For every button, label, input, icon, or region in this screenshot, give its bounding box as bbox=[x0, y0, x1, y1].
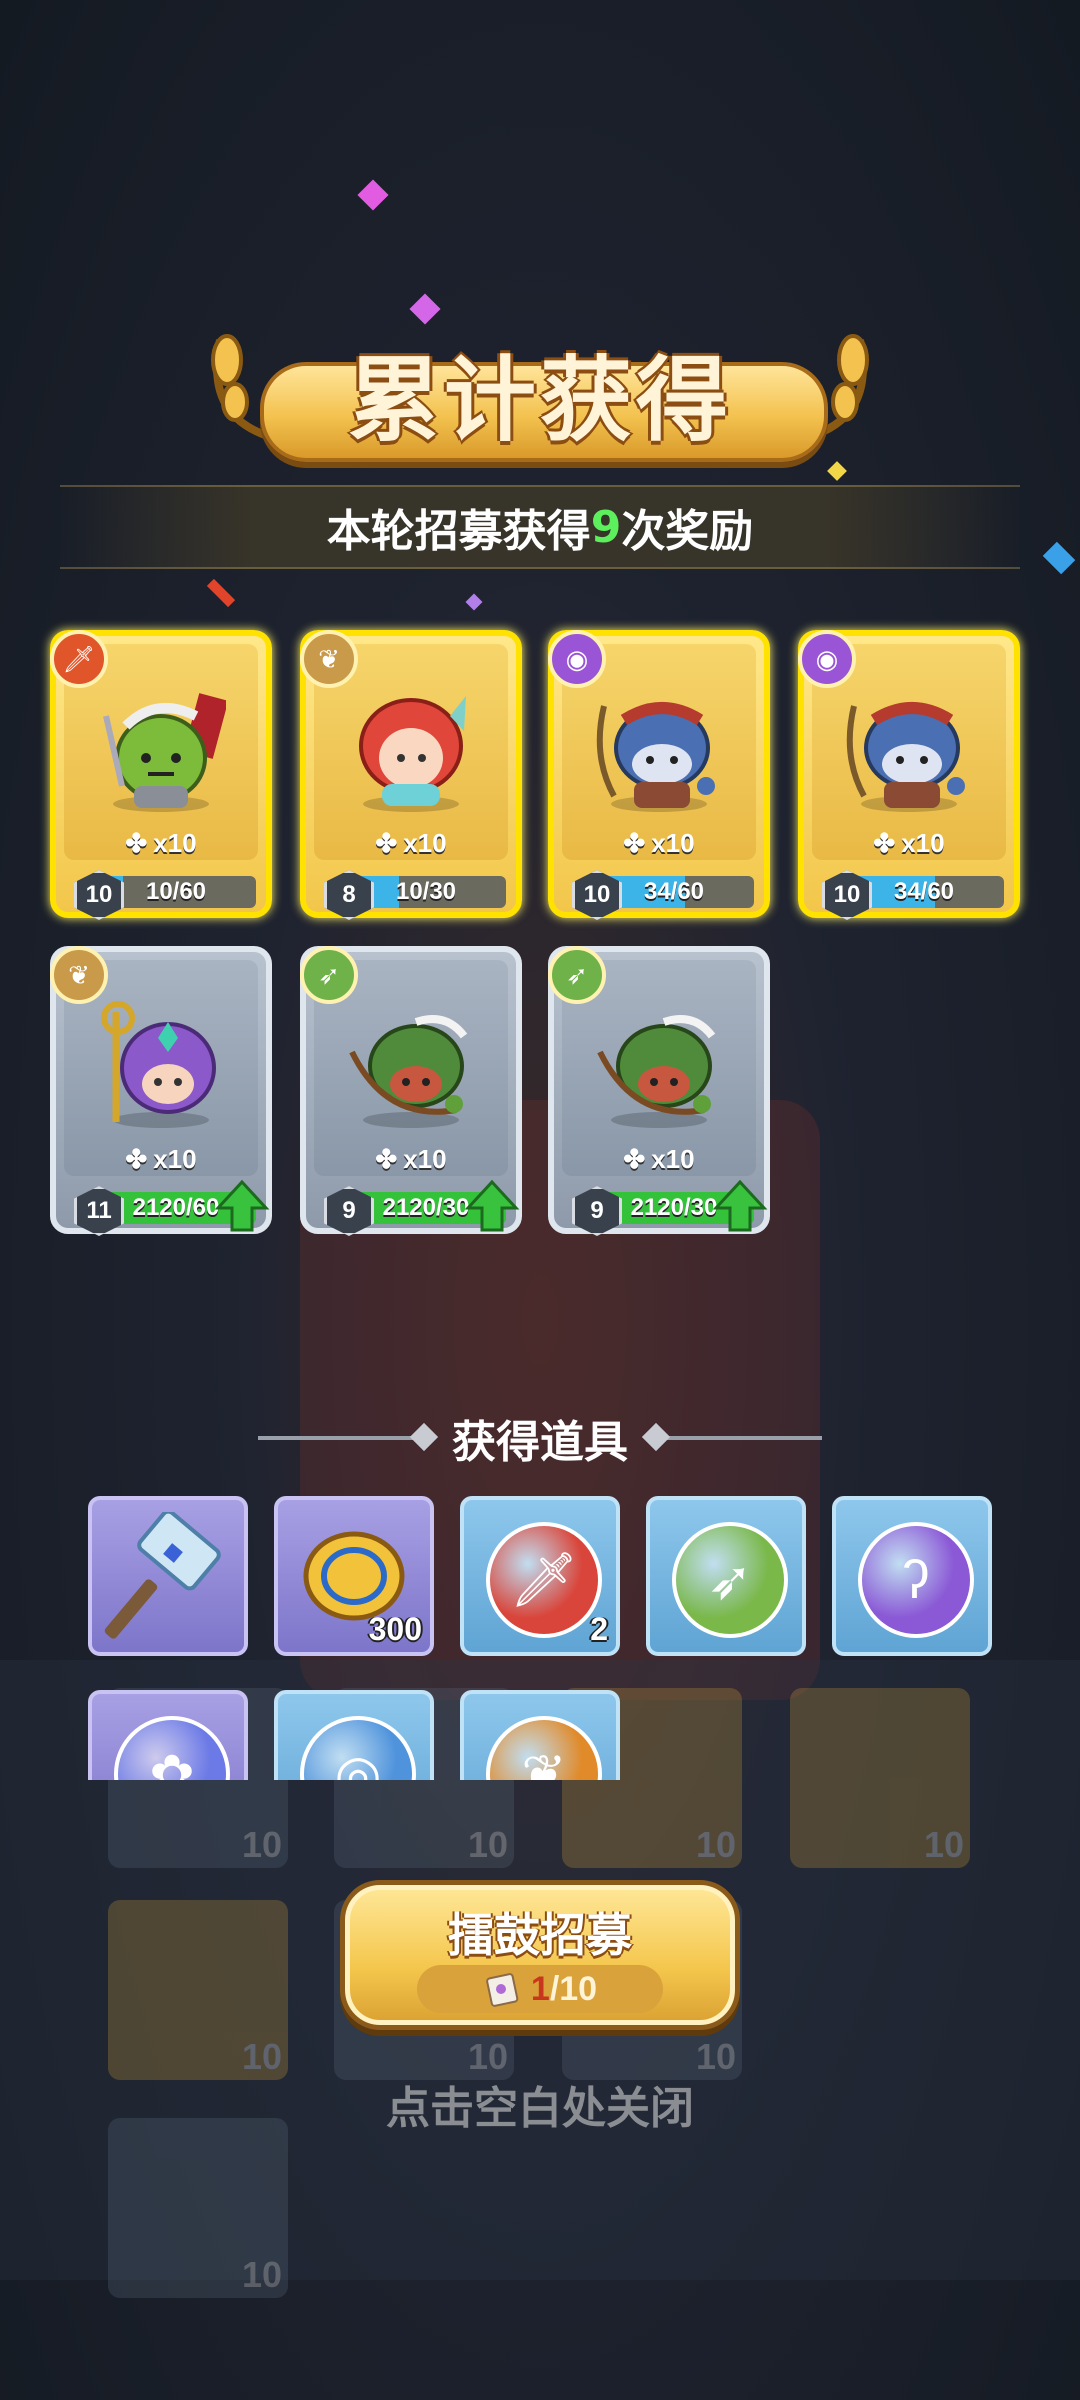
wings-orb-icon: ❦ bbox=[486, 1716, 602, 1780]
hammer-icon bbox=[104, 1512, 221, 1639]
item-slot[interactable]: ➶ bbox=[646, 1496, 806, 1656]
puzzle-piece-icon: ✤ bbox=[125, 1144, 148, 1174]
hero-fragment-count: ✤ x10 bbox=[306, 1144, 516, 1175]
hero-card[interactable]: ➶ ✤ x10 9 2120/30 bbox=[300, 946, 522, 1236]
fragment-qty: x10 bbox=[153, 828, 197, 858]
wings-icon: ❦ bbox=[300, 630, 358, 688]
hero-fragment-count: ✤ x10 bbox=[306, 828, 516, 859]
hero-card[interactable]: ❦ ✤ x10 11 2120/60 bbox=[50, 946, 272, 1236]
sword-orb-icon: 🗡 bbox=[486, 1522, 602, 1638]
confetti bbox=[357, 179, 389, 211]
hero-card[interactable]: ◉ ✤ x10 10 34/60 bbox=[798, 630, 1020, 920]
puzzle-piece-icon: ✤ bbox=[623, 828, 646, 858]
fragment-qty: x10 bbox=[901, 828, 945, 858]
scroll-ticket-icon bbox=[486, 1973, 519, 2007]
summary-suffix: 次奖励 bbox=[621, 506, 754, 557]
bow-orb-icon: ➶ bbox=[672, 1522, 788, 1638]
title-banner: 累计获得 bbox=[205, 320, 875, 470]
item-quantity: 2 bbox=[590, 1611, 608, 1647]
confetti bbox=[206, 578, 236, 608]
background-tile-count: 10 bbox=[695, 1824, 736, 1865]
hero-portrait bbox=[101, 1001, 216, 1128]
upgrade-arrow-icon bbox=[464, 1179, 520, 1232]
fragment-qty: x10 bbox=[153, 1144, 197, 1174]
recruit-button[interactable]: 擂鼓招募 1/10 bbox=[340, 1880, 740, 2030]
summary-prefix: 本轮招募获得 bbox=[326, 506, 591, 557]
reward-count: 9 bbox=[590, 501, 622, 553]
hero-portrait bbox=[349, 1015, 468, 1128]
background-tile-count: 10 bbox=[923, 1824, 964, 1865]
recruit-total: /10 bbox=[549, 1969, 598, 2008]
hero-portrait bbox=[597, 1015, 716, 1128]
eye-icon: ◉ bbox=[548, 630, 606, 688]
hero-card[interactable]: 🗡 ✤ x10 10 10/60 bbox=[50, 630, 272, 920]
item-slot[interactable]: ʔ bbox=[832, 1496, 992, 1656]
hero-portrait bbox=[359, 696, 466, 812]
item-slot[interactable]: ◎ bbox=[274, 1690, 434, 1780]
hero-portrait bbox=[596, 702, 715, 812]
fragment-qty: x10 bbox=[403, 1144, 447, 1174]
background-tile-count: 10 bbox=[241, 1824, 282, 1865]
hero-fragment-count: ✤ x10 bbox=[56, 1144, 266, 1175]
item-slot[interactable]: ✿ bbox=[88, 1690, 248, 1780]
hero-card[interactable]: ➶ ✤ x10 9 2120/30 bbox=[548, 946, 770, 1236]
confetti bbox=[465, 593, 483, 611]
bow-icon: ➶ bbox=[300, 946, 358, 1004]
puzzle-piece-icon: ✤ bbox=[375, 1144, 398, 1174]
item-slot[interactable]: ❦ bbox=[460, 1690, 620, 1780]
recruit-button-label: 擂鼓招募 bbox=[448, 1908, 632, 1962]
upgrade-arrow-icon bbox=[214, 1179, 270, 1232]
hero-fragment-count: ✤ x10 bbox=[56, 828, 266, 859]
puzzle-piece-icon: ✤ bbox=[125, 828, 148, 858]
background-result-tile: 10 bbox=[108, 1900, 288, 2080]
paw-orb-icon: ✿ bbox=[114, 1716, 230, 1780]
sword-icon: 🗡 bbox=[50, 630, 108, 688]
fragment-qty: x10 bbox=[403, 828, 447, 858]
upgrade-arrow-icon bbox=[712, 1179, 768, 1232]
fragment-qty: x10 bbox=[651, 828, 695, 858]
puzzle-piece-icon: ✤ bbox=[375, 828, 398, 858]
page-title: 累计获得 bbox=[347, 347, 732, 454]
item-quantity: 300 bbox=[368, 1611, 422, 1647]
background-tile-count: 10 bbox=[467, 1824, 508, 1865]
swirl-orb-icon: ◎ bbox=[300, 1716, 416, 1780]
puzzle-piece-icon: ✤ bbox=[623, 1144, 646, 1174]
hero-portrait bbox=[103, 693, 226, 812]
item-slot[interactable] bbox=[88, 1496, 248, 1656]
hero-portrait bbox=[846, 702, 965, 812]
eye-icon: ◉ bbox=[798, 630, 856, 688]
bow-icon: ➶ bbox=[548, 946, 606, 1004]
puzzle-piece-icon: ✤ bbox=[873, 828, 896, 858]
background-result-tile: 10 bbox=[108, 2118, 288, 2298]
hero-card[interactable]: ❦ ✤ x10 8 10/30 bbox=[300, 630, 522, 920]
items-heading: 获得道具 bbox=[0, 1408, 1080, 1468]
items-heading-label: 获得道具 bbox=[452, 1417, 628, 1468]
hero-fragment-count: ✤ x10 bbox=[554, 828, 764, 859]
close-hint[interactable]: 点击空白处关闭 bbox=[0, 2072, 1080, 2136]
confetti bbox=[1042, 541, 1076, 575]
hook-orb-icon: ʔ bbox=[858, 1522, 974, 1638]
items-row-clipped: ✿ ◎ ❦ bbox=[0, 1680, 1080, 1780]
item-slot[interactable]: 300 bbox=[274, 1496, 434, 1656]
wings-icon: ❦ bbox=[50, 946, 108, 1004]
background-tile-count: 10 bbox=[241, 2254, 282, 2295]
recruit-cost: 1/10 bbox=[417, 1965, 663, 2013]
item-slot[interactable]: 🗡 2 bbox=[460, 1496, 620, 1656]
divider bbox=[258, 1436, 428, 1440]
hero-fragment-count: ✤ x10 bbox=[804, 828, 1014, 859]
fragment-qty: x10 bbox=[651, 1144, 695, 1174]
divider bbox=[652, 1436, 822, 1440]
hero-fragment-count: ✤ x10 bbox=[554, 1144, 764, 1175]
reward-summary: 本轮招募获得 9 次奖励 bbox=[60, 485, 1020, 569]
recruit-current: 1 bbox=[530, 1969, 550, 2008]
hero-card[interactable]: ◉ ✤ x10 10 34/60 bbox=[548, 630, 770, 920]
